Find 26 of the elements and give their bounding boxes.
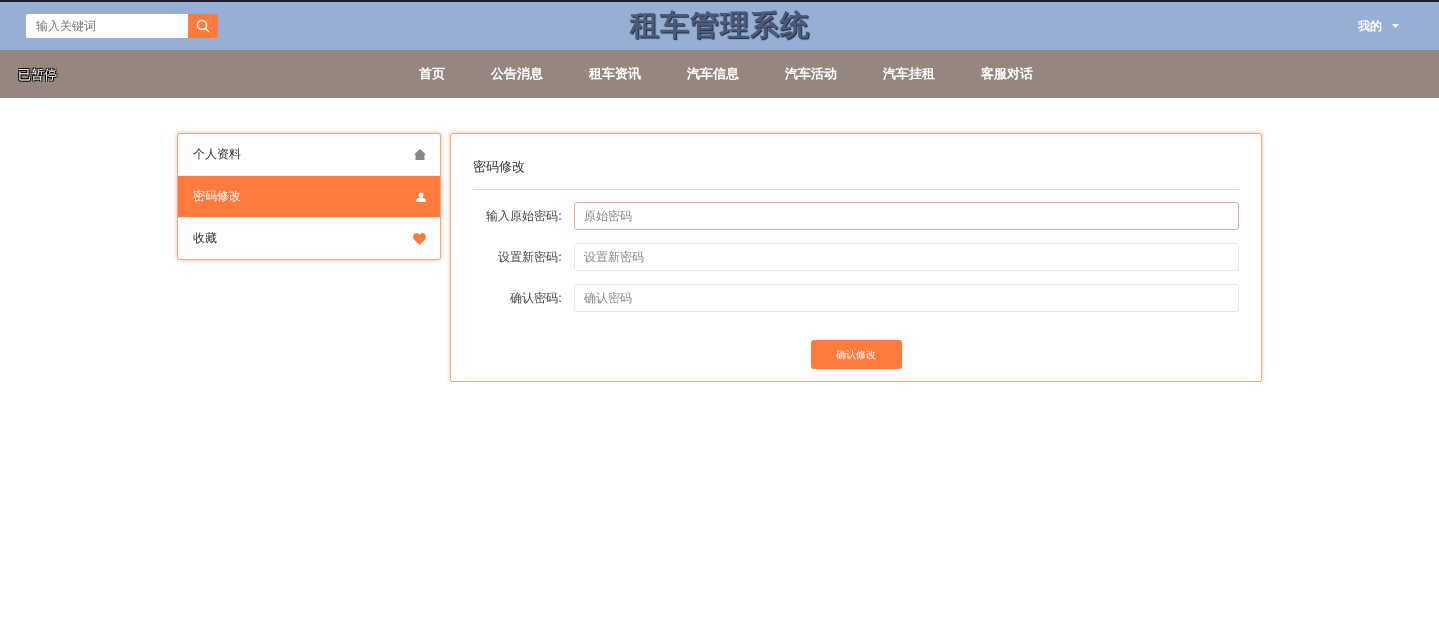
heart-icon bbox=[413, 232, 426, 245]
field-label: 确认密码: bbox=[508, 289, 562, 307]
paused-status-text: 已暂停 bbox=[18, 66, 57, 84]
nav-link[interactable]: 公告消息 bbox=[467, 65, 566, 83]
search-button[interactable] bbox=[188, 14, 218, 38]
user-menu[interactable]: 我的 bbox=[1358, 17, 1382, 35]
password-field[interactable]: 原始密码 bbox=[574, 202, 1239, 230]
caret-icon bbox=[1392, 24, 1399, 28]
nav-link[interactable]: 汽车挂租 bbox=[859, 65, 958, 83]
nav-link[interactable]: 租车资讯 bbox=[565, 65, 664, 83]
site-title: 租车管理系统 bbox=[629, 7, 810, 44]
confirm-button[interactable]: 确认修改 bbox=[810, 340, 902, 369]
nav-link[interactable]: 首页 bbox=[395, 65, 468, 83]
nav-link[interactable]: 汽车信息 bbox=[663, 65, 762, 83]
search-field[interactable]: 输入关键词 bbox=[26, 14, 188, 38]
nav-link[interactable]: 客服对话 bbox=[957, 65, 1056, 83]
home-icon bbox=[414, 149, 426, 160]
sidebar-item[interactable]: 个人资料 bbox=[178, 134, 440, 175]
form-title: 密码修改 bbox=[473, 158, 526, 176]
sidebar-item[interactable]: 收藏 bbox=[178, 217, 440, 259]
nav-link[interactable]: 汽车活动 bbox=[761, 65, 860, 83]
field-label: 设置新密码: bbox=[496, 248, 562, 266]
search-icon bbox=[196, 19, 210, 33]
field-label: 输入原始密码: bbox=[484, 207, 562, 225]
sidebar-item[interactable]: 密码修改 bbox=[178, 175, 440, 217]
user-icon bbox=[416, 191, 426, 202]
